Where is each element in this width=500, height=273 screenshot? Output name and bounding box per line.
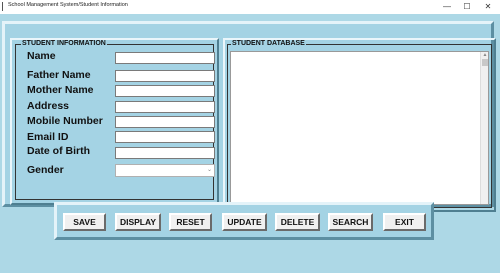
address-field[interactable] [115, 101, 215, 113]
maximize-button[interactable]: ☐ [458, 1, 476, 12]
search-button[interactable]: SEARCH [328, 213, 373, 231]
main-window: STUDENT INFORMATION Name Father Name Mot… [0, 14, 500, 273]
father-name-field[interactable] [115, 70, 215, 82]
gender-label: Gender [27, 164, 64, 176]
name-label: Name [27, 50, 56, 62]
app-icon [2, 2, 6, 11]
display-button[interactable]: DISPLAY [115, 213, 161, 231]
mobile-number-field[interactable] [115, 116, 215, 128]
email-id-field[interactable] [115, 131, 215, 143]
student-database-group: STUDENT DATABASE ▲ [227, 40, 492, 208]
name-field[interactable] [115, 52, 215, 64]
father-name-label: Father Name [27, 69, 91, 81]
scrollbar-thumb[interactable] [482, 59, 488, 66]
exit-button[interactable]: EXIT [383, 213, 426, 231]
vertical-scrollbar[interactable]: ▲ [480, 52, 488, 204]
close-button[interactable]: ✕ [479, 1, 497, 12]
mobile-number-label: Mobile Number [27, 115, 103, 127]
save-button[interactable]: SAVE [63, 213, 106, 231]
delete-button[interactable]: DELETE [275, 213, 320, 231]
gender-select[interactable]: ⌄ [115, 164, 215, 177]
date-of-birth-field[interactable] [115, 147, 215, 159]
update-button[interactable]: UPDATE [222, 213, 267, 231]
student-information-group: STUDENT INFORMATION Name Father Name Mot… [15, 40, 215, 200]
address-label: Address [27, 100, 70, 112]
date-of-birth-label: Date of Birth [27, 145, 90, 157]
student-database-list[interactable]: ▲ [230, 51, 489, 205]
mother-name-label: Mother Name [27, 84, 94, 96]
student-information-panel: STUDENT INFORMATION Name Father Name Mot… [10, 38, 219, 205]
window-title: School Management System/Student Informa… [8, 2, 128, 8]
reset-button[interactable]: RESET [169, 213, 212, 231]
student-database-panel: STUDENT DATABASE ▲ [223, 38, 496, 212]
email-id-label: Email ID [27, 131, 69, 143]
top-frame: STUDENT INFORMATION Name Father Name Mot… [2, 21, 496, 212]
scroll-up-icon[interactable]: ▲ [481, 52, 489, 58]
button-frame: SAVE DISPLAY RESET UPDATE DELETE SEARCH … [54, 202, 434, 240]
minimize-button[interactable]: — [438, 1, 456, 12]
chevron-down-icon[interactable]: ⌄ [207, 166, 212, 173]
student-information-title: STUDENT INFORMATION [21, 40, 107, 47]
student-database-title: STUDENT DATABASE [231, 40, 306, 47]
mother-name-field[interactable] [115, 85, 215, 97]
title-bar[interactable]: School Management System/Student Informa… [0, 0, 500, 14]
